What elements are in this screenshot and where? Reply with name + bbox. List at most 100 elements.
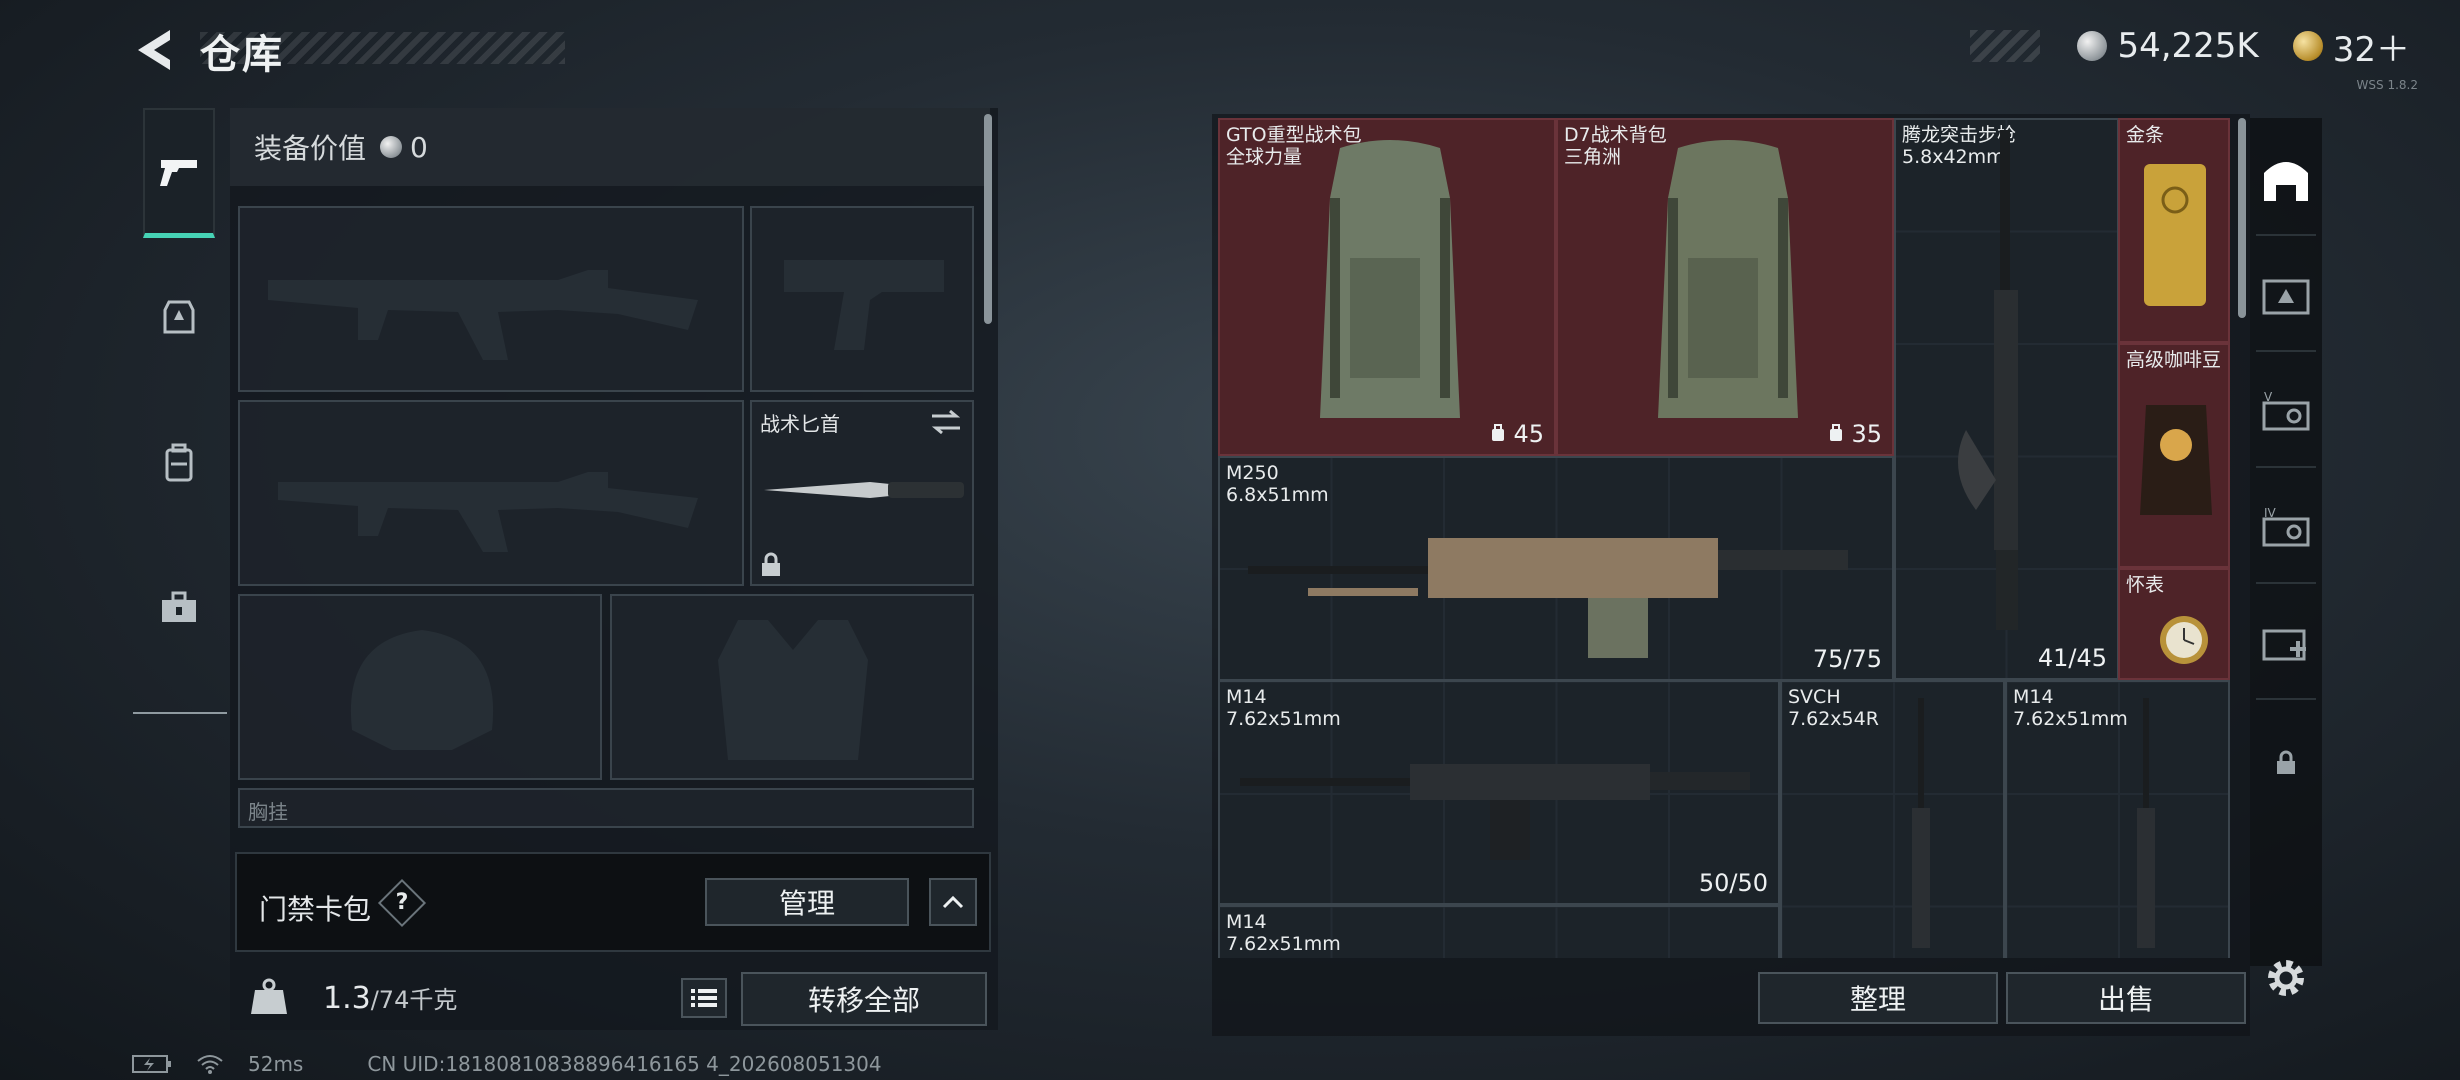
- grid-item-m14-3[interactable]: M14 7.62x51mm: [1218, 905, 1780, 958]
- settings-button[interactable]: [2264, 956, 2308, 1000]
- gold-bar-image: [2144, 164, 2206, 306]
- tab-case-v[interactable]: V: [2256, 356, 2316, 468]
- tab-locked[interactable]: [2256, 708, 2316, 818]
- access-card-bar: 门禁卡包 ? 管理: [235, 852, 991, 952]
- currency-decoration: [1970, 30, 2040, 62]
- grid-item-gold-bar[interactable]: 金条: [2118, 118, 2230, 343]
- machine-gun-image: [1248, 538, 1848, 658]
- gear-case-icon: [2262, 279, 2310, 315]
- left-tab-bar: [133, 108, 227, 714]
- gold-coin-icon: [2292, 31, 2323, 61]
- list-view-button[interactable]: [681, 978, 727, 1018]
- weight-readout: 1.3/74千克: [323, 980, 457, 1016]
- equipment-value: 0: [410, 130, 428, 164]
- battery-icon: [132, 1055, 171, 1073]
- rifle-vertical-image: [2137, 698, 2155, 948]
- silver-coin-icon: [380, 136, 403, 158]
- chest-rig-label: 胸挂: [248, 800, 288, 824]
- left-scrollbar[interactable]: [984, 114, 992, 324]
- lock-icon: [2277, 750, 2295, 774]
- knife-slot[interactable]: 战术匕首: [750, 400, 974, 586]
- gear-icon: [2268, 960, 2304, 996]
- chevron-up-icon: [942, 895, 964, 909]
- ping-label: 52ms: [248, 1052, 304, 1076]
- body-armor-slot[interactable]: [610, 594, 974, 780]
- tab-case-iv[interactable]: IV: [2256, 472, 2316, 584]
- swap-icon[interactable]: [928, 408, 964, 436]
- grid-item-coffee-beans[interactable]: 高级咖啡豆: [2118, 343, 2230, 568]
- case-iv-icon: IV: [2262, 506, 2310, 547]
- backpack-icon: [165, 443, 193, 482]
- sniper-rifle-image: [1912, 698, 1930, 948]
- sort-button[interactable]: 整理: [1758, 972, 1998, 1024]
- help-icon[interactable]: ?: [377, 878, 427, 928]
- weight-bar: 1.3/74千克 转移全部: [235, 962, 995, 1034]
- status-bar: 52ms CN UID:18180810838896416165 4_20260…: [132, 1052, 882, 1076]
- grid-item-svch[interactable]: SVCH 7.62x54R: [1780, 680, 2005, 958]
- gold-amount[interactable]: 32＋: [2333, 22, 2410, 71]
- storage-scrollbar[interactable]: [2238, 118, 2246, 318]
- tab-gear-case[interactable]: [2256, 240, 2316, 352]
- silver-amount: 54,225K: [2117, 26, 2259, 66]
- tab-backpack[interactable]: [143, 398, 215, 528]
- backpack-image: [1658, 140, 1798, 418]
- coffee-bag-image: [2140, 405, 2212, 515]
- primary-weapon-slot-2[interactable]: [238, 400, 744, 586]
- weight-max: /74千克: [370, 986, 458, 1014]
- ammo-count: 75/75: [1812, 645, 1882, 673]
- backpack-image: [1320, 140, 1460, 418]
- tab-storage[interactable]: [2256, 124, 2316, 236]
- backpack-small-icon: [1492, 424, 1505, 441]
- svg-text:V: V: [2264, 390, 2273, 404]
- storage-grid: GTO重型战术包 全球力量 45 D7战术背包 三角洲 35 腾龙突击步枪 5.…: [1218, 118, 2230, 958]
- rifle-vertical-image: [1958, 130, 2018, 630]
- grid-item-m250[interactable]: M250 6.8x51mm 75/75: [1218, 456, 1894, 681]
- tab-toolbox[interactable]: [143, 543, 215, 673]
- grid-item-tenglong-rifle[interactable]: 腾龙突击步枪 5.8x42mm 41/45: [1894, 118, 2119, 680]
- weight-current: 1.3: [323, 981, 371, 1016]
- silver-coin-icon: [2077, 31, 2108, 61]
- expand-button[interactable]: [929, 878, 977, 926]
- rifle-silhouette-icon: [268, 270, 698, 360]
- chest-rig-slot[interactable]: 胸挂: [238, 788, 974, 828]
- back-arrow-icon: [138, 30, 170, 70]
- back-button[interactable]: [130, 24, 182, 76]
- svg-text:IV: IV: [2264, 506, 2277, 520]
- primary-weapon-slot[interactable]: [238, 206, 744, 392]
- list-icon: [691, 989, 717, 1007]
- capacity-count: 35: [1827, 420, 1882, 448]
- equipment-value-label: 装备价值: [254, 132, 367, 165]
- grid-item-d7-backpack[interactable]: D7战术背包 三角洲 35: [1556, 118, 1894, 456]
- tab-armor[interactable]: [143, 253, 215, 383]
- page-title: 仓库: [200, 32, 284, 78]
- helmet-silhouette-icon: [350, 630, 494, 750]
- transfer-all-button[interactable]: 转移全部: [741, 972, 987, 1026]
- case-v-icon: V: [2262, 390, 2310, 431]
- access-card-label: 门禁卡包: [259, 893, 372, 926]
- equipment-value-bar: 装备价值 0: [230, 108, 990, 186]
- helmet-slot[interactable]: [238, 594, 602, 780]
- secondary-weapon-slot[interactable]: [750, 206, 974, 392]
- storage-tab-bar: V IV: [2250, 118, 2322, 966]
- version-label: WSS 1.8.2: [2356, 78, 2418, 92]
- uid-label: CN UID:18180810838896416165 4_2026080513…: [367, 1052, 882, 1076]
- capacity-count: 45: [1489, 420, 1544, 448]
- grid-item-pocket-watch[interactable]: 怀表: [2118, 568, 2230, 680]
- manage-button[interactable]: 管理: [705, 878, 909, 926]
- ammo-count: 41/45: [2037, 644, 2107, 672]
- pistol-icon: [160, 159, 197, 186]
- vest-silhouette-icon: [718, 620, 868, 760]
- grid-item-gto-backpack[interactable]: GTO重型战术包 全球力量 45: [1218, 118, 1556, 456]
- storage-icon: [2264, 162, 2308, 201]
- medkit-case-icon: [2262, 629, 2306, 661]
- currency-display: 54,225K 32＋: [2077, 22, 2410, 71]
- rifle-image: [1240, 764, 1750, 860]
- sell-button[interactable]: 出售: [2006, 972, 2246, 1024]
- grid-item-m14-2[interactable]: M14 7.62x51mm: [2005, 680, 2230, 958]
- grid-item-m14-1[interactable]: M14 7.62x51mm 50/50: [1218, 680, 1780, 905]
- rifle-silhouette-icon: [278, 472, 698, 552]
- weight-icon: [251, 978, 287, 1014]
- pistol-silhouette-icon: [784, 260, 944, 350]
- tab-medkit-case[interactable]: [2256, 588, 2316, 700]
- tab-weapons[interactable]: [143, 108, 215, 238]
